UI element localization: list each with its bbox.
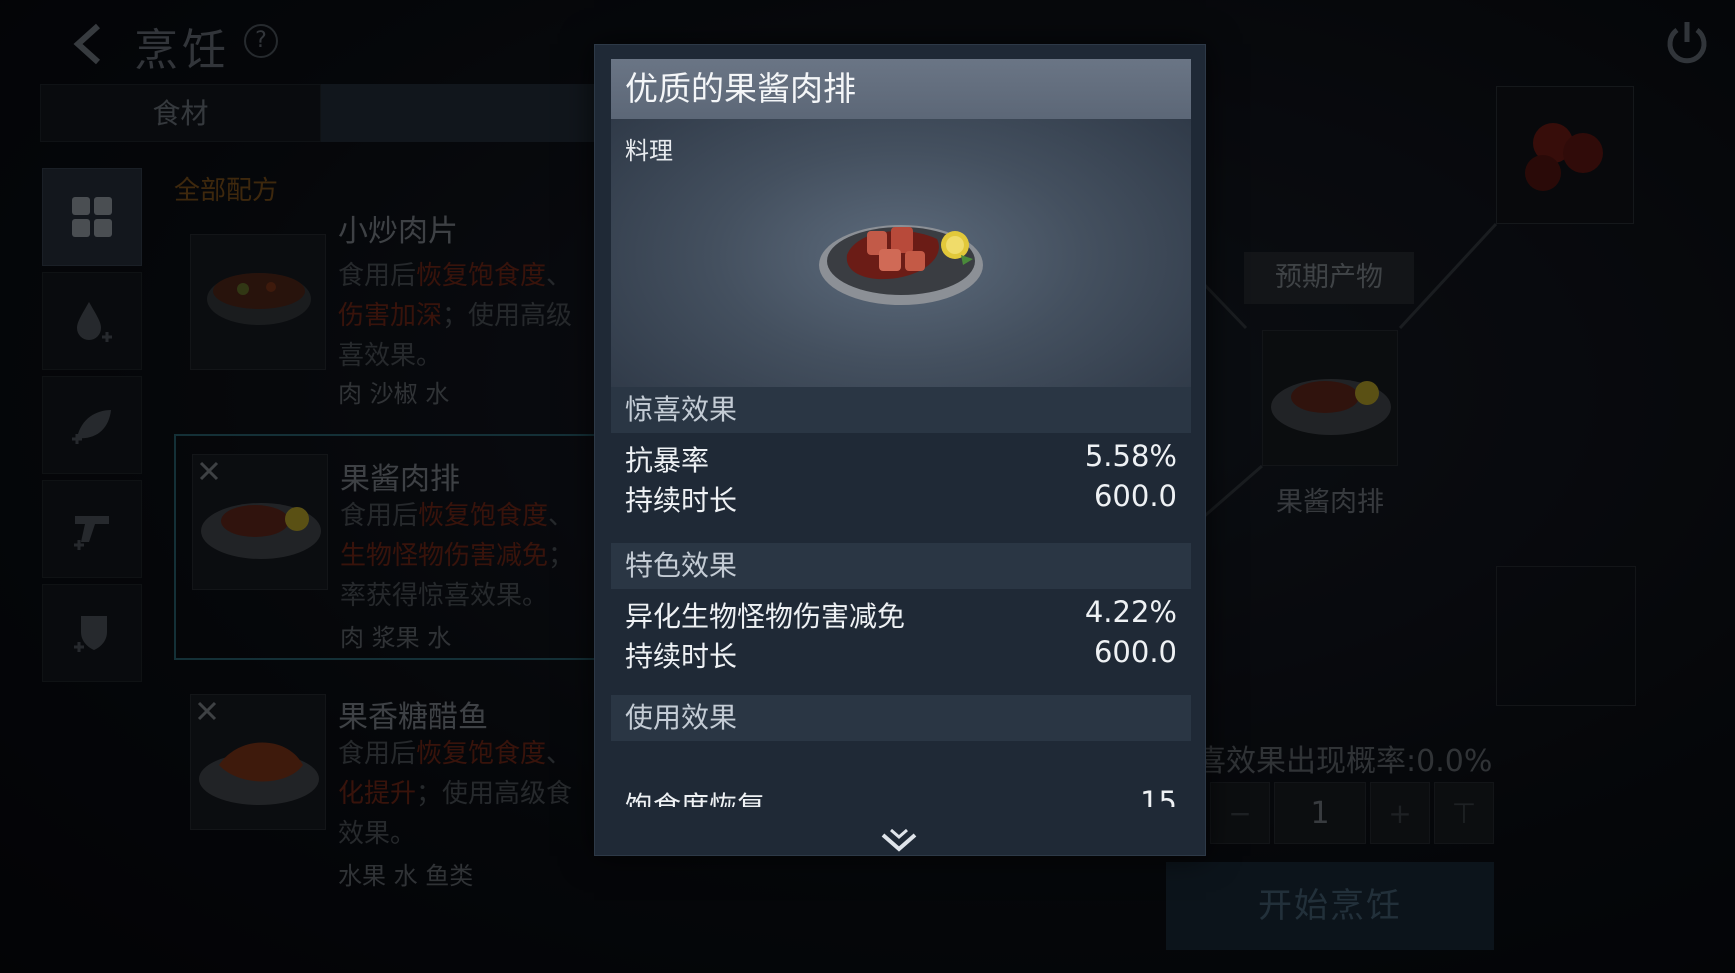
recipe-item-selected[interactable]: 果酱肉排 食用后恢复饱食度、 生物怪物伤害减免； 率获得惊喜效果。 肉 浆果 水 [174,434,614,660]
empty-slot[interactable] [1496,566,1636,706]
section-heading-special: 特色效果 [611,543,1191,589]
filter-label[interactable]: 全部配方 [174,170,278,207]
grid-icon [72,197,112,237]
gun-plus-icon [74,516,109,550]
category-food-button[interactable] [42,376,142,474]
item-image: 料理 [611,119,1191,423]
start-cooking-button[interactable]: 开始烹饪 [1166,862,1494,950]
cooking-tag-icon [199,461,219,481]
recipe-name: 小炒肉片 [338,214,458,249]
item-detail-popup: 优质的果酱肉排 料理 惊喜效果 抗暴率 5.58% 持续时长 600.0 特色效… [594,44,1206,856]
section-heading-surprise: 惊喜效果 [611,387,1191,433]
recipe-item[interactable]: 小炒肉片 食用后恢复饱食度、 伤害加深；使用高级 喜效果。 肉 沙椒 水 [174,214,614,434]
stat-value: 5.58% [1084,439,1177,473]
stat-key: 持续时长 [625,640,738,673]
recipe-description: 食用后恢复饱食度、 生物怪物伤害减免； 率获得惊喜效果。 [340,501,575,611]
quantity-value[interactable]: 1 [1274,782,1366,844]
stew-bowl-icon [207,273,311,325]
shield-plus-icon [74,616,107,652]
jam-steak-dish-icon [819,225,983,305]
stat-row: 异化生物怪物伤害减免 4.22% [625,595,1177,635]
decrease-button[interactable]: − [1210,782,1270,844]
stat-value: 600.0 [1093,479,1177,513]
expected-product-slot[interactable] [1262,330,1398,466]
surprise-chance-text: 喜效果出现概率:0.0% [1196,744,1493,779]
max-button[interactable]: ⊤ [1434,782,1494,844]
tab-recipes[interactable] [321,84,600,142]
stat-value: 4.22% [1084,595,1177,629]
recipe-ingredients: 水果 水 鱼类 [338,862,474,890]
meat-plate-icon [1271,379,1391,435]
droplet-plus-icon [77,302,112,342]
recipe-ingredients: 肉 沙椒 水 [338,380,450,408]
recipe-thumbnail [190,234,326,370]
help-icon[interactable]: ? [244,24,278,58]
stat-row: 持续时长 600.0 [625,635,1177,675]
increase-button[interactable]: + [1370,782,1430,844]
popup-title: 优质的果酱肉排 [611,59,1191,119]
leaf-plus-icon [72,410,111,444]
item-type: 料理 [625,137,673,165]
section-heading-use: 使用效果 [611,695,1191,741]
page-title: 烹饪 [134,25,230,76]
quantity-stepper: − 1 + ⊤ [1210,782,1498,844]
stat-key: 持续时长 [625,484,738,517]
category-weapon-button[interactable] [42,480,142,578]
stat-value: 600.0 [1093,635,1177,669]
stat-key: 抗暴率 [625,444,710,477]
category-all-button[interactable] [42,168,142,266]
stat-row: 抗暴率 5.58% [625,439,1177,479]
recipe-item[interactable]: 果香糖醋鱼 食用后恢复饱食度、 化提升；使用高级食 效果。 水果 水 鱼类 [174,686,614,896]
back-arrow-icon[interactable] [68,20,112,68]
recipe-ingredients: 肉 浆果 水 [340,624,452,652]
stat-key: 异化生物怪物伤害减免 [625,600,906,633]
category-sidebar [42,168,142,688]
tab-ingredients[interactable]: 食材 [40,84,321,142]
category-drink-button[interactable] [42,272,142,370]
stat-row: 持续时长 600.0 [625,479,1177,519]
recipe-name: 果香糖醋鱼 [338,700,488,735]
expected-product-label: 预期产物 [1244,252,1414,304]
expected-product-name: 果酱肉排 [1276,487,1384,518]
category-armor-button[interactable] [42,584,142,682]
tab-bar: 食材 [40,84,600,142]
chevron-down-icon[interactable] [879,827,919,853]
recipe-description: 食用后恢复饱食度、 化提升；使用高级食 效果。 [338,739,573,849]
power-icon[interactable] [1662,18,1712,68]
cooking-tag-icon [197,701,217,721]
recipe-name: 果酱肉排 [340,462,460,497]
recipe-description: 食用后恢复饱食度、 伤害加深；使用高级 喜效果。 [338,261,573,371]
